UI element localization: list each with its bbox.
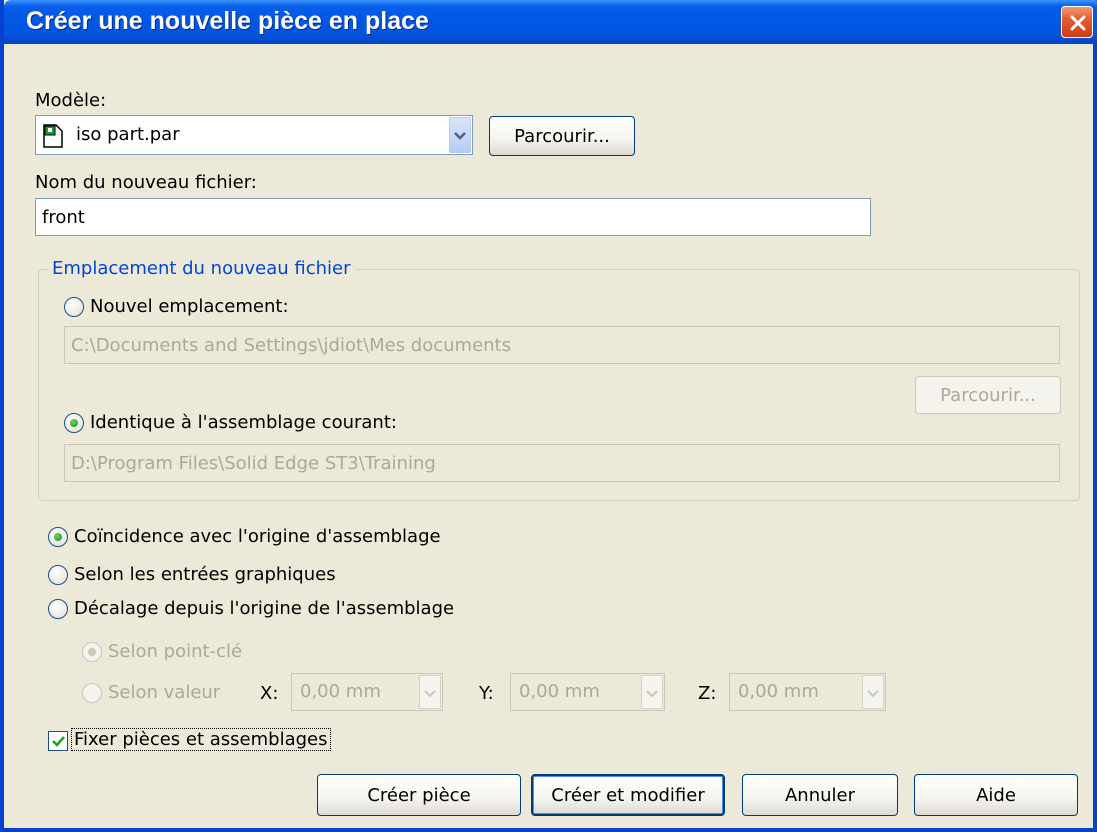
new-file-name-value: front [42,206,85,228]
template-browse-button[interactable]: Parcourir... [489,116,635,156]
z-dropdown-button[interactable] [862,675,884,709]
help-button[interactable]: Aide [914,774,1078,816]
new-location-path-value: C:\Documents and Settings\jdiot\Mes docu… [71,334,511,356]
z-value: 0,00 mm [738,681,819,702]
offset-origin-label: Décalage depuis l'origine de l'assemblag… [74,598,455,619]
template-dropdown-button[interactable] [449,117,471,153]
x-dropdown-button[interactable] [419,675,441,709]
close-icon [1070,15,1086,31]
new-file-label: Nom du nouveau fichier: [35,172,257,193]
by-keypoint-radio[interactable] [82,642,102,662]
x-value-combobox[interactable]: 0,00 mm [291,673,443,711]
offset-origin-radio[interactable] [48,599,68,619]
create-part-button[interactable]: Créer pièce [317,774,521,816]
coincident-origin-radio[interactable] [48,527,68,547]
chevron-down-icon [454,132,466,140]
new-file-name-input[interactable]: front [35,198,871,236]
y-value: 0,00 mm [519,681,600,702]
x-value: 0,00 mm [300,681,381,702]
dialog-window: Créer une nouvelle pièce en place Modèle… [0,0,1097,832]
by-keypoint-label: Selon point-clé [108,641,243,662]
chevron-down-icon [646,690,658,698]
create-and-edit-button[interactable]: Créer et modifier [531,774,725,816]
new-location-label: Nouvel emplacement: [90,296,289,317]
by-value-label: Selon valeur [108,682,221,703]
fix-parts-label: Fixer pièces et assemblages [71,728,331,751]
graphic-input-label: Selon les entrées graphiques [74,564,336,585]
z-label: Z: [698,683,717,704]
y-dropdown-button[interactable] [641,675,663,709]
z-value-combobox[interactable]: 0,00 mm [729,673,886,711]
y-label: Y: [479,683,494,704]
location-browse-button[interactable]: Parcourir... [915,376,1061,414]
new-location-radio[interactable] [64,297,84,317]
chevron-down-icon [867,690,879,698]
graphic-input-radio[interactable] [48,565,68,585]
part-file-icon [43,124,63,148]
template-combobox[interactable]: iso part.par [35,115,473,155]
y-value-combobox[interactable]: 0,00 mm [510,673,665,711]
title-bar[interactable]: Créer une nouvelle pièce en place [4,0,1097,44]
close-button[interactable] [1061,6,1093,38]
x-label: X: [260,683,279,704]
same-as-assembly-radio[interactable] [64,413,84,433]
cancel-button[interactable]: Annuler [742,774,898,816]
checkmark-icon [52,736,65,747]
chevron-down-icon [424,690,436,698]
same-as-assembly-label: Identique à l'assemblage courant: [90,412,397,433]
template-value: iso part.par [76,124,180,145]
template-label: Modèle: [35,90,107,111]
new-location-path-input[interactable]: C:\Documents and Settings\jdiot\Mes docu… [64,326,1060,364]
location-group-title: Emplacement du nouveau fichier [48,258,355,279]
same-as-assembly-path-value: D:\Program Files\Solid Edge ST3\Training [71,452,436,474]
by-value-radio[interactable] [82,683,102,703]
same-as-assembly-path-input[interactable]: D:\Program Files\Solid Edge ST3\Training [64,444,1060,482]
coincident-origin-label: Coïncidence avec l'origine d'assemblage [74,526,441,547]
window-title: Créer une nouvelle pièce en place [26,7,429,35]
fix-parts-checkbox[interactable] [48,731,68,751]
